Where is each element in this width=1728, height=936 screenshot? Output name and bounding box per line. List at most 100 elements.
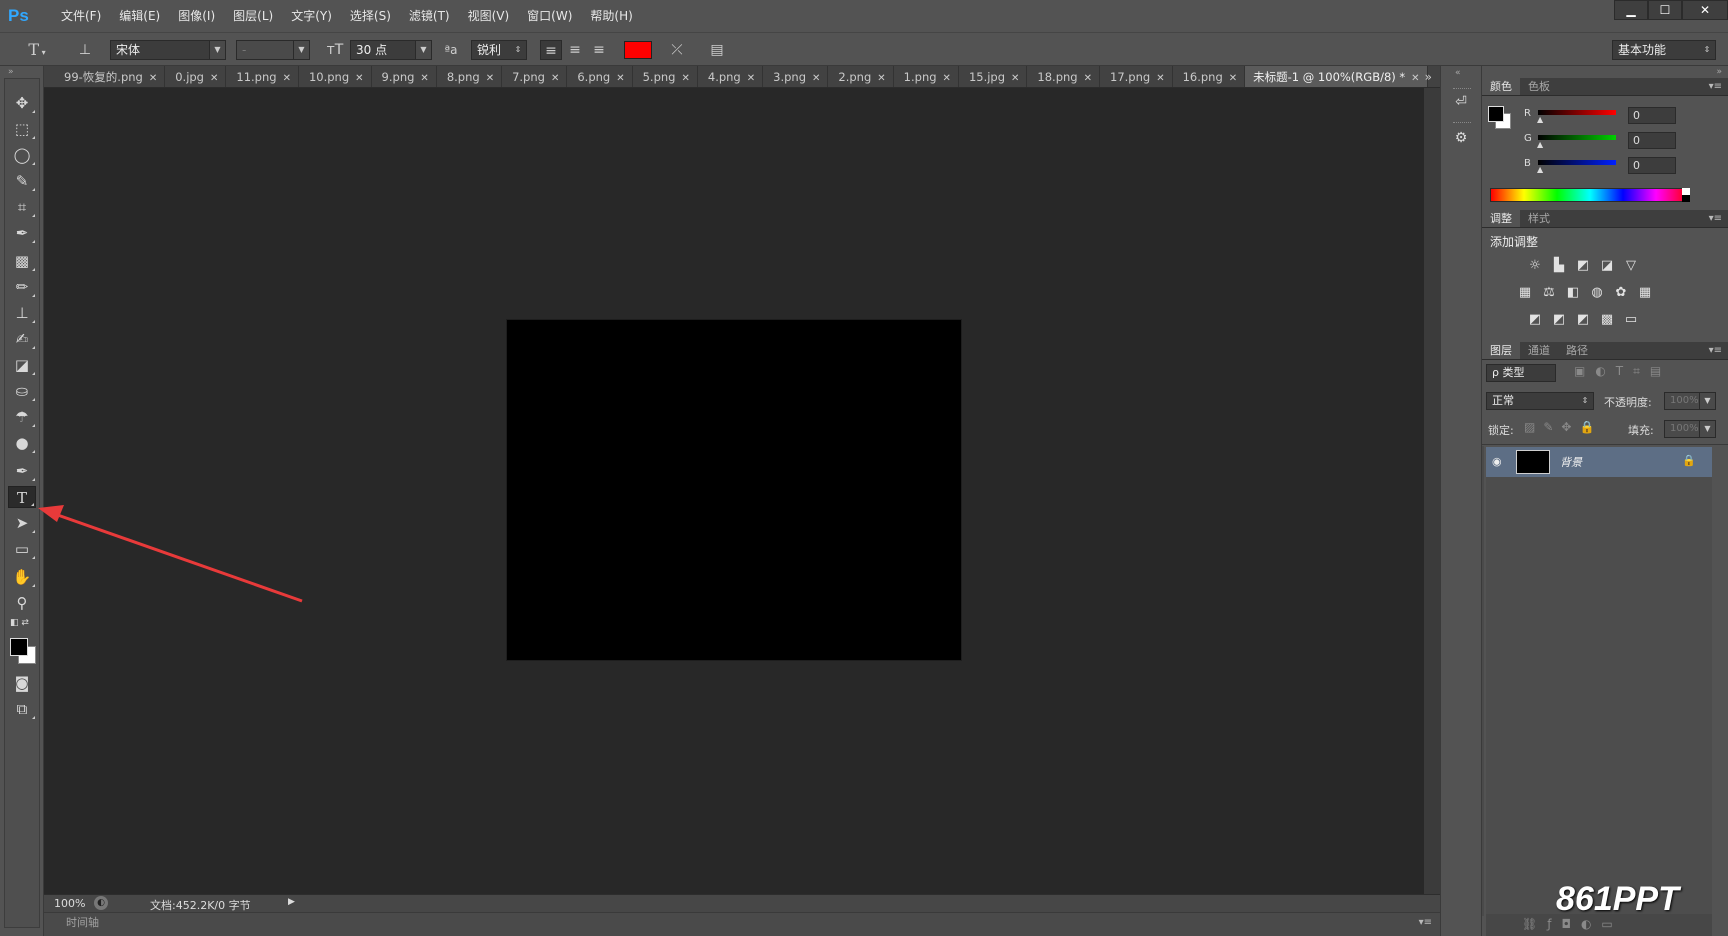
- selective-color-icon[interactable]: ▩: [1598, 312, 1616, 328]
- tab-document[interactable]: 16.png ✕: [1173, 66, 1246, 87]
- green-value-field[interactable]: 0: [1628, 132, 1676, 149]
- menu-image[interactable]: 图像(I): [169, 0, 224, 32]
- tab-overflow-button[interactable]: »: [1425, 66, 1432, 87]
- tab-swatches[interactable]: 色板: [1520, 78, 1558, 95]
- font-style-select[interactable]: - ▼: [236, 40, 310, 60]
- hand-tool-icon[interactable]: ✋: [8, 566, 36, 588]
- quick-mask-icon[interactable]: ◙: [8, 672, 36, 694]
- grip-icon[interactable]: [1453, 88, 1471, 92]
- menu-type[interactable]: 文字(Y): [282, 0, 341, 32]
- brush-tool-icon[interactable]: ✏: [8, 276, 36, 298]
- menu-window[interactable]: 窗口(W): [518, 0, 581, 32]
- tab-layers[interactable]: 图层: [1482, 342, 1520, 359]
- hue-saturation-icon[interactable]: ▦: [1516, 285, 1534, 301]
- menu-help[interactable]: 帮助(H): [581, 0, 641, 32]
- collapse-icon[interactable]: »: [8, 67, 14, 77]
- clone-stamp-tool-icon[interactable]: ⊥: [8, 302, 36, 324]
- black-swatch[interactable]: [1682, 195, 1690, 202]
- color-lookup-icon[interactable]: ▦: [1636, 285, 1654, 301]
- tab-document[interactable]: 8.png ✕: [437, 66, 503, 87]
- orientation-toggle-icon[interactable]: ⊥: [74, 40, 96, 60]
- foreground-color-swatch[interactable]: [10, 638, 28, 656]
- threshold-icon[interactable]: ◩: [1574, 312, 1592, 328]
- timeline-panel-bar[interactable]: 时间轴 ▾≡: [44, 912, 1440, 936]
- panel-menu-icon[interactable]: ▾≡: [1419, 913, 1432, 933]
- move-tool-icon[interactable]: ✥: [8, 92, 36, 114]
- tab-document[interactable]: 11.png ✕: [226, 66, 299, 87]
- quick-select-tool-icon[interactable]: ✎: [8, 170, 36, 192]
- close-icon[interactable]: ✕: [486, 73, 494, 84]
- color-spectrum-ramp[interactable]: [1490, 188, 1690, 202]
- close-icon[interactable]: ✕: [812, 73, 820, 84]
- tab-document[interactable]: 18.png ✕: [1027, 66, 1100, 87]
- menu-file[interactable]: 文件(F): [52, 0, 110, 32]
- vertical-scrollbar[interactable]: [1424, 88, 1440, 894]
- blur-tool-icon[interactable]: ☂: [8, 406, 36, 428]
- black-white-icon[interactable]: ◧: [1564, 285, 1582, 301]
- close-icon[interactable]: ✕: [551, 73, 559, 84]
- default-colors-icon[interactable]: ◧ ⇄: [8, 616, 36, 630]
- marquee-tool-icon[interactable]: ⬚: [8, 118, 36, 140]
- dodge-tool-icon[interactable]: ●: [8, 432, 36, 454]
- type-tool-icon[interactable]: T: [8, 486, 36, 508]
- properties-panel-icon[interactable]: ⚙: [1450, 130, 1472, 152]
- tab-document[interactable]: 99-恢复的.png ✕: [44, 66, 166, 87]
- channel-mixer-icon[interactable]: ✿: [1612, 285, 1630, 301]
- white-swatch[interactable]: [1682, 188, 1690, 195]
- screen-mode-icon[interactable]: ⧉: [8, 698, 36, 720]
- menu-layer[interactable]: 图层(L): [224, 0, 282, 32]
- canvas-area[interactable]: [44, 88, 1440, 894]
- lasso-tool-icon[interactable]: ◯: [8, 144, 36, 166]
- tab-document[interactable]: 5.png ✕: [633, 66, 698, 87]
- close-icon[interactable]: ✕: [681, 73, 689, 84]
- workspace-select[interactable]: 基本功能 ⇕: [1612, 40, 1716, 60]
- levels-icon[interactable]: ▙: [1550, 258, 1568, 274]
- tab-document[interactable]: 9.png ✕: [372, 66, 437, 87]
- collapse-icon[interactable]: «: [1455, 68, 1461, 78]
- close-icon[interactable]: ✕: [747, 73, 755, 84]
- close-icon[interactable]: ✕: [1156, 73, 1164, 84]
- curves-icon[interactable]: ◩: [1574, 258, 1592, 274]
- tab-document[interactable]: 3.png ✕: [763, 66, 829, 87]
- close-icon[interactable]: ✕: [149, 73, 157, 84]
- minimize-button[interactable]: ▁: [1614, 0, 1648, 20]
- tab-color[interactable]: 颜色: [1482, 78, 1520, 95]
- close-icon[interactable]: ✕: [1084, 73, 1092, 84]
- tab-document[interactable]: 17.png ✕: [1100, 66, 1173, 87]
- path-selection-tool-icon[interactable]: ➤: [8, 512, 36, 534]
- font-family-select[interactable]: 宋体 ▼: [110, 40, 226, 60]
- grip-icon[interactable]: [1453, 122, 1471, 126]
- green-slider[interactable]: [1538, 135, 1616, 140]
- close-icon[interactable]: ✕: [210, 73, 218, 84]
- close-icon[interactable]: ✕: [943, 73, 951, 84]
- menu-view[interactable]: 视图(V): [459, 0, 519, 32]
- panel-menu-icon[interactable]: ▾≡: [1709, 345, 1722, 356]
- antialias-select[interactable]: 锐利 ⇕: [471, 40, 527, 60]
- close-button[interactable]: ✕: [1682, 0, 1728, 20]
- align-left-icon[interactable]: ≡: [540, 40, 562, 60]
- tab-document[interactable]: 1.png ✕: [894, 66, 959, 87]
- exposure-icon[interactable]: ◪: [1598, 258, 1616, 274]
- fill-field[interactable]: 100% ▼: [1664, 420, 1716, 438]
- eyedropper-tool-icon[interactable]: ✒: [8, 222, 36, 244]
- menu-edit[interactable]: 编辑(E): [110, 0, 169, 32]
- tab-paths[interactable]: 路径: [1558, 342, 1596, 359]
- zoom-tool-icon[interactable]: ⚲: [8, 592, 36, 614]
- slider-handle-icon[interactable]: ▲: [1537, 140, 1543, 149]
- close-icon[interactable]: ✕: [1011, 73, 1019, 84]
- tool-preset-picker[interactable]: T ▾: [22, 40, 52, 60]
- rectangle-tool-icon[interactable]: ▭: [8, 538, 36, 560]
- layer-filter-icons[interactable]: ▣◐T⌗▤: [1574, 364, 1671, 379]
- tab-document[interactable]: 4.png ✕: [698, 66, 764, 87]
- align-right-icon[interactable]: ≡: [588, 40, 610, 60]
- blue-slider[interactable]: [1538, 160, 1616, 165]
- tab-document[interactable]: 2.png ✕: [828, 66, 894, 87]
- photo-filter-icon[interactable]: ◍: [1588, 285, 1606, 301]
- document-canvas[interactable]: [507, 320, 961, 660]
- crop-tool-icon[interactable]: ⌗: [8, 196, 36, 218]
- tab-active-document[interactable]: 未标题-1 @ 100%(RGB/8) * ✕: [1245, 66, 1428, 87]
- paint-bucket-tool-icon[interactable]: ⛀: [8, 380, 36, 402]
- red-slider[interactable]: [1538, 110, 1616, 115]
- tab-document[interactable]: 0.jpg ✕: [165, 66, 227, 87]
- panel-menu-icon[interactable]: ▾≡: [1709, 81, 1722, 92]
